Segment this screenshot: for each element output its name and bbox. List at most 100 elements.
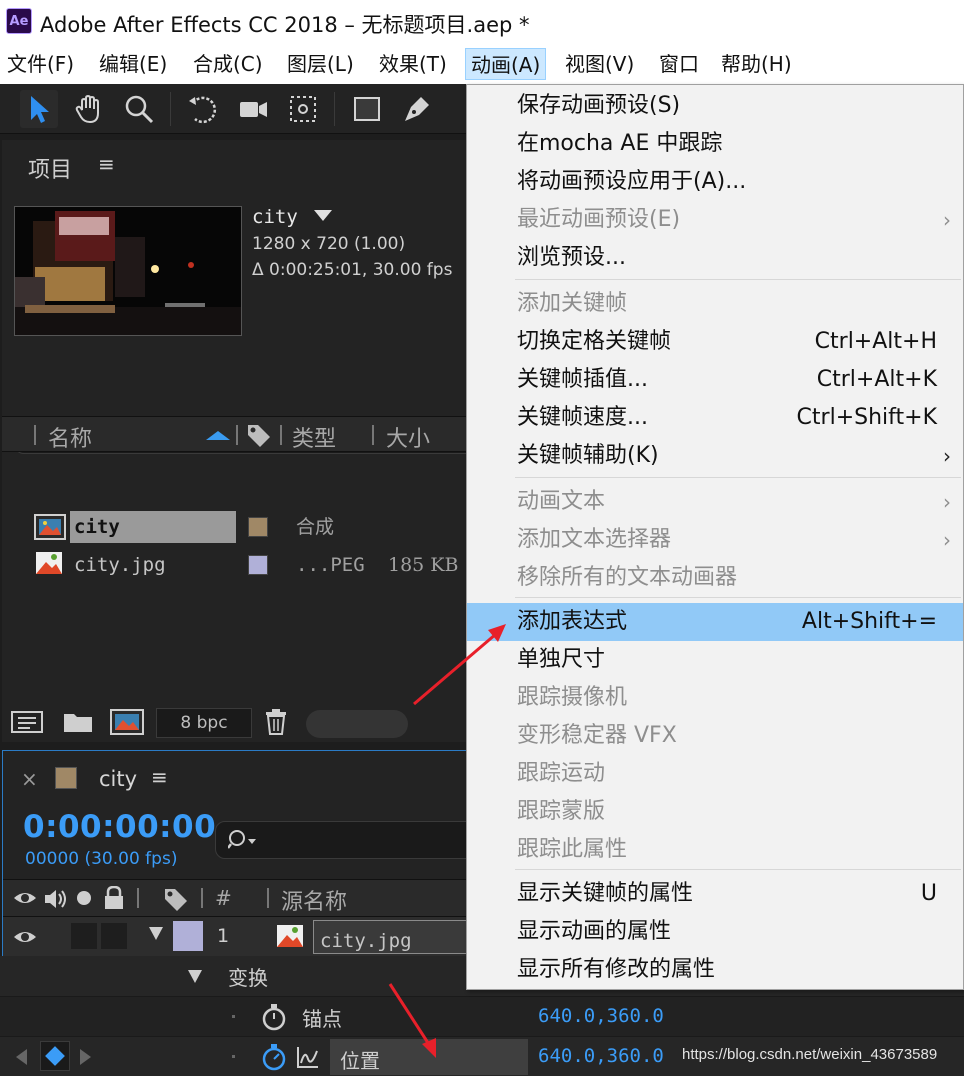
label-tag-icon[interactable]: [246, 423, 272, 451]
menu-item-19[interactable]: 跟踪此属性: [467, 831, 963, 869]
zoom-tool-icon[interactable]: [120, 90, 158, 128]
trash-icon[interactable]: [264, 708, 288, 740]
menu-edit[interactable]: 编辑(E): [94, 48, 172, 80]
layer-row[interactable]: 1 city.jpg: [3, 917, 473, 957]
rotation-tool-icon[interactable]: [184, 90, 222, 128]
previous-keyframe-icon[interactable]: [16, 1049, 27, 1065]
menu-item-22[interactable]: 显示所有修改的属性: [467, 951, 963, 989]
new-composition-icon[interactable]: [110, 708, 144, 740]
graph-editor-icon[interactable]: [296, 1045, 320, 1073]
layer-expand-toggle-icon[interactable]: [149, 927, 163, 940]
menu-item-15[interactable]: 跟踪摄像机: [467, 679, 963, 717]
menu-animation[interactable]: 动画(A): [465, 48, 547, 80]
keyframe-diamond-icon: [45, 1046, 65, 1066]
close-tab-icon[interactable]: ×: [21, 767, 38, 791]
menu-composition[interactable]: 合成(C): [188, 48, 268, 80]
menu-item-label: 浏览预设...: [517, 245, 626, 270]
menu-item-20[interactable]: 显示关键帧的属性 U: [467, 875, 963, 913]
menu-item-1[interactable]: 在mocha AE 中跟踪: [467, 125, 963, 163]
solo-switch[interactable]: [71, 923, 97, 949]
interpret-footage-icon[interactable]: [10, 708, 44, 740]
column-divider: [137, 888, 139, 908]
timeline-search-input[interactable]: [215, 821, 475, 859]
menu-item-8[interactable]: 关键帧速度... Ctrl+Shift+K: [467, 399, 963, 437]
menu-item-label: 跟踪摄像机: [517, 685, 628, 710]
label-color-chip[interactable]: [248, 555, 268, 575]
layer-label-chip[interactable]: [173, 921, 203, 951]
project-row-comp[interactable]: city 合成: [2, 508, 470, 544]
menu-item-3[interactable]: 最近动画预设(E) ›: [467, 201, 963, 239]
property-name-box[interactable]: 位置: [330, 1039, 528, 1075]
next-keyframe-icon[interactable]: [80, 1049, 91, 1065]
transform-label: 变换: [228, 966, 268, 990]
current-time-display[interactable]: 0:00:00:00: [23, 809, 216, 845]
menu-item-21[interactable]: 显示动画的属性: [467, 913, 963, 951]
menu-item-11[interactable]: 添加文本选择器 ›: [467, 521, 963, 559]
timeline-tab-city[interactable]: city: [99, 767, 137, 791]
menu-window[interactable]: 窗口: [654, 48, 704, 80]
menu-file[interactable]: 文件(F): [2, 48, 79, 80]
layer-source-name[interactable]: city.jpg: [313, 920, 473, 954]
source-name-header[interactable]: 源名称: [281, 884, 347, 916]
solo-icon[interactable]: [77, 891, 91, 905]
horizontal-scrollbar[interactable]: [306, 710, 408, 738]
menu-item-5[interactable]: 添加关键帧: [467, 285, 963, 323]
label-tag-icon[interactable]: [163, 887, 189, 915]
eye-icon[interactable]: [13, 888, 37, 912]
menu-item-14[interactable]: 单独尺寸: [467, 641, 963, 679]
rectangle-tool-icon[interactable]: [348, 90, 386, 128]
layer-visibility-eye-icon[interactable]: [13, 927, 37, 951]
title-bar: Ae Adobe After Effects CC 2018 – 无标题项目.a…: [0, 0, 964, 44]
item-usage-dropdown-icon[interactable]: [314, 210, 332, 221]
audio-icon[interactable]: [43, 888, 69, 914]
menu-effect[interactable]: 效果(T): [374, 48, 452, 80]
anchor-point-value[interactable]: 640.0,360.0: [538, 1005, 664, 1027]
menu-item-16[interactable]: 变形稳定器 VFX: [467, 717, 963, 755]
label-color-chip[interactable]: [248, 517, 268, 537]
column-divider: [372, 425, 374, 445]
menu-item-label: 关键帧插值...: [517, 367, 648, 392]
menu-item-12[interactable]: 移除所有的文本动画器: [467, 559, 963, 597]
transform-expand-toggle-icon[interactable]: [188, 970, 202, 983]
project-bit-depth-button[interactable]: 8 bpc: [156, 708, 252, 738]
panel-menu-icon[interactable]: ≡: [98, 152, 115, 176]
pan-behind-tool-icon[interactable]: [284, 90, 322, 128]
menu-help[interactable]: 帮助(H): [716, 48, 797, 80]
menu-item-label: 切换定格关键帧: [517, 329, 672, 354]
column-size[interactable]: 大小: [386, 421, 430, 453]
menu-item-9[interactable]: 关键帧辅助(K) ›: [467, 437, 963, 475]
menu-layer[interactable]: 图层(L): [282, 48, 359, 80]
position-value[interactable]: 640.0,360.0: [538, 1045, 664, 1067]
stopwatch-active-icon[interactable]: [260, 1043, 288, 1075]
new-folder-icon[interactable]: [62, 708, 94, 740]
project-item-name[interactable]: city.jpg: [70, 549, 236, 581]
menu-item-label: 显示动画的属性: [517, 919, 672, 944]
lock-icon[interactable]: [103, 885, 125, 914]
menu-item-label: 关键帧辅助(K): [517, 443, 659, 468]
sort-ascending-icon[interactable]: [206, 431, 230, 440]
project-item-name[interactable]: city: [70, 511, 236, 543]
menu-item-4[interactable]: 浏览预设...: [467, 239, 963, 277]
pen-tool-icon[interactable]: [398, 90, 436, 128]
lock-switch[interactable]: [101, 923, 127, 949]
project-row-footage[interactable]: city.jpg ...PEG 185 KB: [2, 546, 470, 582]
add-keyframe-button[interactable]: [40, 1041, 70, 1071]
menu-item-0[interactable]: 保存动画预设(S): [467, 87, 963, 125]
panel-menu-icon[interactable]: ≡: [151, 765, 168, 789]
hand-tool-icon[interactable]: [70, 90, 108, 128]
column-type[interactable]: 类型: [292, 421, 336, 453]
menu-item-2[interactable]: 将动画预设应用于(A)...: [467, 163, 963, 201]
menu-item-17[interactable]: 跟踪运动: [467, 755, 963, 793]
menu-item-6[interactable]: 切换定格关键帧 Ctrl+Alt+H: [467, 323, 963, 361]
menu-view[interactable]: 视图(V): [560, 48, 639, 80]
menu-item-10[interactable]: 动画文本 ›: [467, 483, 963, 521]
menu-item-18[interactable]: 跟踪蒙版: [467, 793, 963, 831]
column-name[interactable]: 名称: [48, 421, 92, 453]
stopwatch-icon[interactable]: [260, 1003, 288, 1035]
menu-item-13[interactable]: 添加表达式 Alt+Shift+=: [467, 603, 963, 641]
camera-tool-icon[interactable]: [234, 90, 272, 128]
menu-item-7[interactable]: 关键帧插值... Ctrl+Alt+K: [467, 361, 963, 399]
selected-item-resolution: 1280 x 720 (1.00): [252, 234, 406, 254]
selection-tool-icon[interactable]: [20, 90, 58, 128]
anchor-point-row[interactable]: 锚点 640.0,360.0: [0, 996, 964, 1036]
